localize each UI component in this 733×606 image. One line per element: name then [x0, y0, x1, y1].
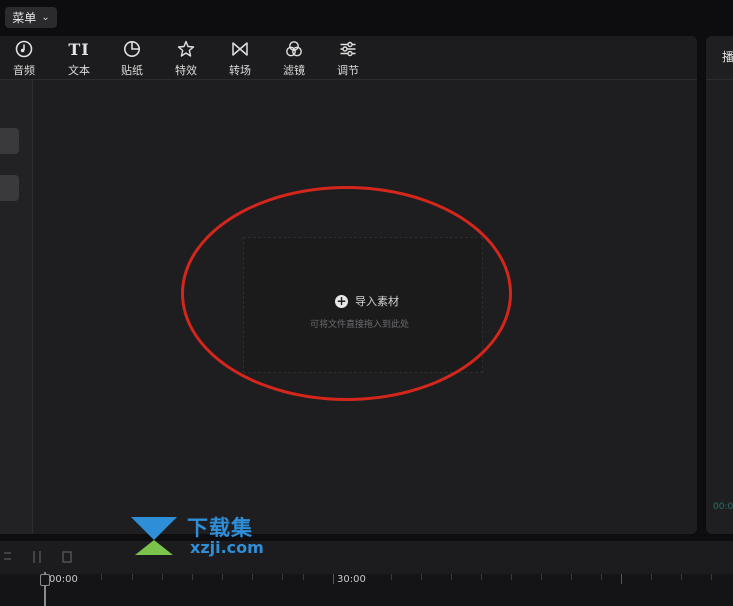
ruler-tick — [651, 574, 652, 580]
adjust-sliders-icon — [338, 39, 358, 59]
ruler-tick — [101, 574, 102, 580]
player-title: 播 — [722, 50, 733, 64]
watermark-logo-icon — [131, 517, 177, 555]
sticker-icon — [122, 39, 142, 59]
site-watermark: 下载集 xzji.com — [128, 512, 276, 557]
timeline-toolbar — [0, 541, 733, 574]
ruler-tick — [571, 574, 572, 580]
menu-label: 菜单 — [12, 11, 37, 25]
tab-audio-label: 音频 — [13, 64, 35, 77]
watermark-domain: xzji.com — [190, 538, 264, 557]
tab-adjust[interactable]: 调节 — [326, 39, 370, 79]
tab-effects[interactable]: 特效 — [164, 39, 208, 79]
ruler-tick — [621, 574, 622, 584]
playhead-handle[interactable] — [40, 574, 50, 586]
tab-transition[interactable]: 转场 — [218, 39, 262, 79]
sidebar-item[interactable] — [0, 175, 19, 201]
ruler-tick — [303, 574, 304, 580]
ruler-tick — [681, 574, 682, 580]
ruler-tick — [192, 574, 193, 580]
time-label-start: 00:00 — [49, 574, 78, 585]
ruler-tick — [511, 574, 512, 580]
highlight-oval — [181, 186, 512, 401]
tab-sticker-label: 贴纸 — [121, 64, 143, 77]
delete-icon[interactable] — [61, 550, 75, 564]
player-panel: 播 00:0 — [706, 36, 733, 534]
chevron-down-icon: ⌄ — [41, 12, 50, 23]
tab-text-label: 文本 — [68, 64, 90, 77]
text-icon: TI — [68, 39, 90, 59]
ruler-tick — [391, 574, 392, 580]
sidebar-item[interactable] — [0, 128, 19, 154]
timeline-ruler[interactable]: 00:00 30:00 — [0, 574, 733, 606]
ruler-tick — [481, 574, 482, 580]
ruler-tick — [132, 574, 133, 580]
menu-button[interactable]: 菜单 ⌄ — [5, 7, 57, 28]
category-sidebar — [0, 80, 33, 534]
ruler-tick — [451, 574, 452, 580]
music-disc-icon — [14, 39, 34, 59]
ruler-tick — [222, 574, 223, 580]
ruler-tick — [421, 574, 422, 580]
ruler-tick — [711, 574, 712, 580]
tab-effects-label: 特效 — [175, 64, 197, 77]
tab-filter-label: 滤镜 — [283, 64, 305, 77]
transition-icon — [230, 39, 250, 59]
tab-filter[interactable]: 滤镜 — [272, 39, 316, 79]
effects-star-icon — [176, 39, 196, 59]
tab-audio[interactable]: 音频 — [2, 39, 46, 79]
ruler-tick — [333, 574, 334, 584]
tab-sticker[interactable]: 贴纸 — [110, 39, 154, 79]
tab-adjust-label: 调节 — [337, 64, 359, 77]
ruler-tick — [162, 574, 163, 580]
ruler-tick — [601, 574, 602, 580]
split-icon[interactable] — [31, 550, 45, 564]
filter-icon — [284, 39, 304, 59]
ruler-tick — [541, 574, 542, 580]
time-label-mid: 30:00 — [337, 574, 366, 585]
player-timecode: 00:0 — [713, 502, 733, 512]
ruler-tick — [252, 574, 253, 580]
tab-transition-label: 转场 — [229, 64, 251, 77]
tab-text[interactable]: TI 文本 — [57, 39, 101, 79]
ruler-tick — [282, 574, 283, 580]
asset-toolbar: 音频 TI 文本 贴纸 特效 转场 滤镜 调节 — [0, 36, 697, 80]
undo-icon[interactable] — [2, 550, 16, 564]
